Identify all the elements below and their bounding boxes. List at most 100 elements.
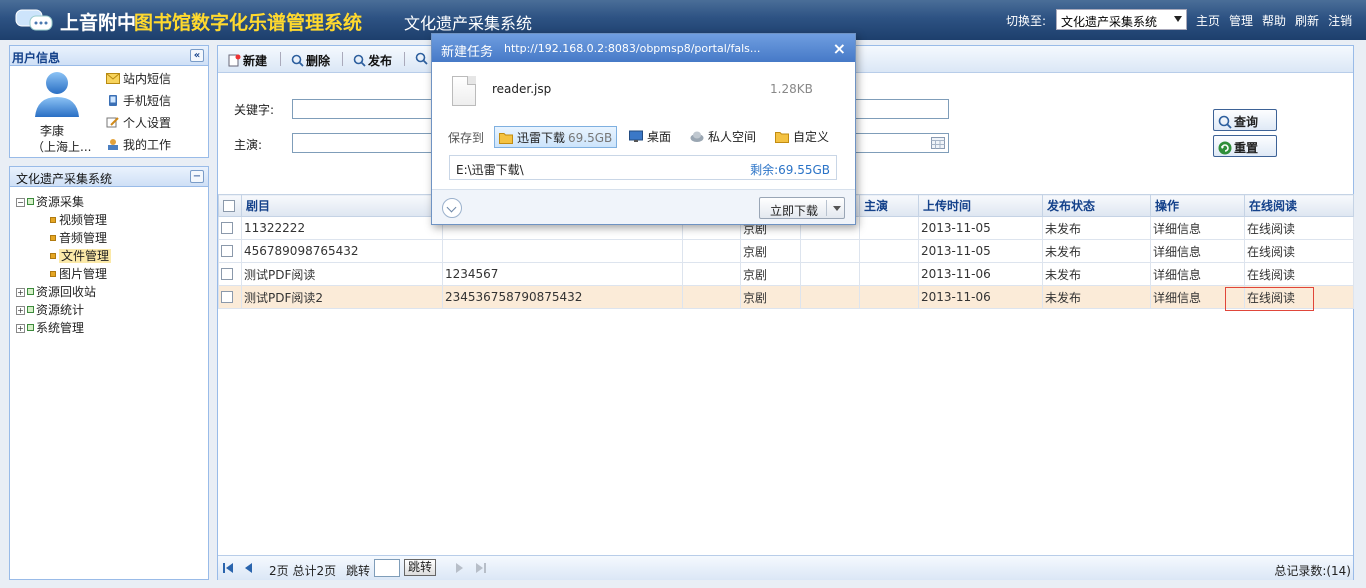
last-page-icon[interactable]	[476, 563, 483, 573]
collapse-tree-button[interactable]: −	[190, 170, 204, 183]
chevron-down-icon[interactable]	[833, 206, 841, 211]
collapse-left-button[interactable]: «	[190, 49, 204, 62]
calendar-icon[interactable]	[931, 137, 945, 149]
row-checkbox[interactable]	[221, 268, 233, 280]
new-button[interactable]: 新建	[228, 52, 267, 69]
col-header-title[interactable]: 剧目	[241, 194, 443, 217]
tree-node-system[interactable]: + 系统管理	[16, 319, 111, 337]
page-jump-input[interactable]	[374, 559, 400, 577]
publish-button[interactable]: 发布	[353, 52, 392, 69]
col-header-actor[interactable]: 主演	[859, 194, 919, 217]
mobile-phone-icon	[109, 95, 117, 106]
online-read-link[interactable]: 在线阅读	[1244, 262, 1354, 286]
user-avatar-icon	[35, 72, 79, 117]
minus-box-icon[interactable]: −	[16, 198, 25, 207]
manage-link[interactable]: 管理	[1229, 14, 1253, 28]
col-header-online-read[interactable]: 在线阅读	[1244, 194, 1354, 217]
search-icon	[291, 54, 304, 67]
dialog-header: 新建任务 http://192.168.0.2:8083/obpmsp8/por…	[432, 34, 855, 62]
leaf-node-icon	[50, 217, 56, 223]
row-checkbox[interactable]	[221, 291, 233, 303]
cell-opera: 京剧	[740, 239, 801, 263]
reset-button[interactable]: 重置	[1213, 135, 1277, 157]
tree-node-file[interactable]: 文件管理	[16, 247, 112, 265]
top-links: 主页 管理 帮助 刷新 注销	[1196, 12, 1361, 29]
row-checkbox[interactable]	[221, 222, 233, 234]
jump-button[interactable]: 跳转	[404, 559, 436, 576]
system-switch-select[interactable]: 文化遗产采集系统	[1056, 9, 1187, 30]
save-path-value: E:\迅雷下载\	[456, 163, 524, 177]
select-all-checkbox[interactable]	[223, 199, 235, 212]
help-link[interactable]: 帮助	[1262, 14, 1286, 28]
tree-node-audio[interactable]: 音频管理	[16, 229, 111, 247]
delete-button[interactable]: 删除	[291, 52, 330, 69]
cell-actor	[859, 239, 919, 263]
tree-node-resource-collect[interactable]: − 资源采集	[16, 193, 111, 211]
user-info-header: 用户信息 «	[10, 46, 208, 66]
more-search-button[interactable]	[415, 52, 430, 66]
query-button[interactable]: 查询	[1213, 109, 1277, 131]
prev-page-icon[interactable]	[245, 563, 252, 573]
online-read-link[interactable]: 在线阅读	[1244, 216, 1354, 240]
toolbar-separator	[280, 52, 281, 66]
row-checkbox[interactable]	[221, 245, 233, 257]
save-option-thunder[interactable]: 迅雷下载 69.5GB	[494, 126, 618, 148]
folder-node-icon	[27, 306, 34, 313]
cell-3	[682, 262, 741, 286]
expand-chevron-icon[interactable]	[442, 198, 462, 218]
table-row-selected[interactable]: 测试PDF阅读2 234536758790875432 京剧 2013-11-0…	[218, 285, 1354, 309]
tree-node-recycle[interactable]: + 资源回收站	[16, 283, 111, 301]
sms-link[interactable]: 手机短信	[106, 92, 171, 109]
user-org: （上海上...	[32, 140, 92, 154]
folder-icon	[775, 132, 789, 143]
next-page-icon[interactable]	[456, 563, 463, 573]
my-work-link[interactable]: 我的工作	[106, 136, 171, 153]
detail-link[interactable]: 详细信息	[1150, 262, 1245, 286]
save-path-field[interactable]: E:\迅雷下载\ 剩余:69.55GB	[449, 155, 837, 180]
page-info: 2页 总计2页	[269, 564, 337, 578]
folder-node-icon	[27, 198, 34, 205]
plus-box-icon[interactable]: +	[16, 324, 25, 333]
nav-tree-title: 文化遗产采集系统	[16, 172, 113, 186]
save-to-label: 保存到	[448, 131, 485, 145]
detail-link[interactable]: 详细信息	[1150, 239, 1245, 263]
online-read-link[interactable]: 在线阅读	[1244, 239, 1354, 263]
cell-opera: 京剧	[740, 285, 801, 309]
tree-node-video[interactable]: 视频管理	[16, 211, 111, 229]
col-header-operation[interactable]: 操作	[1150, 194, 1245, 217]
select-all-cell[interactable]	[218, 194, 242, 217]
cell-status: 未发布	[1042, 216, 1151, 240]
close-icon[interactable]: ×	[833, 39, 846, 58]
cell-upload-time: 2013-11-05	[918, 216, 1043, 240]
refresh-link[interactable]: 刷新	[1295, 14, 1319, 28]
nav-tree: − 资源采集 视频管理 音频管理 文件管理 图片管理 + 资源回收站 + 资源统计 +…	[16, 193, 112, 337]
table-row[interactable]: 456789098765432 京剧 2013-11-05 未发布 详细信息 在…	[218, 239, 1354, 263]
save-option-private-space[interactable]: 私人空间	[686, 126, 760, 148]
tree-node-stats[interactable]: + 资源统计	[16, 301, 111, 319]
save-option-custom[interactable]: 自定义	[771, 126, 833, 148]
cell-5	[800, 239, 860, 263]
cloud-drive-icon	[690, 131, 704, 142]
cell-opera: 京剧	[740, 262, 801, 286]
plus-box-icon[interactable]: +	[16, 306, 25, 315]
home-link[interactable]: 主页	[1196, 14, 1220, 28]
plus-box-icon[interactable]: +	[16, 288, 25, 297]
save-option-desktop[interactable]: 桌面	[625, 126, 675, 148]
cell-status: 未发布	[1042, 239, 1151, 263]
total-records: 总记录数:(14)	[1274, 564, 1351, 578]
detail-link[interactable]: 详细信息	[1150, 216, 1245, 240]
col-header-upload-time[interactable]: 上传时间	[918, 194, 1043, 217]
pencil-paper-icon	[106, 117, 119, 128]
tree-node-image[interactable]: 图片管理	[16, 265, 111, 283]
logout-link[interactable]: 注销	[1328, 14, 1352, 28]
col-header-publish-status[interactable]: 发布状态	[1042, 194, 1151, 217]
download-now-button[interactable]: 立即下载	[759, 197, 845, 219]
leaf-node-icon	[50, 271, 56, 277]
dialog-title: 新建任务	[441, 45, 494, 60]
first-page-icon[interactable]	[226, 563, 233, 573]
personal-settings-link[interactable]: 个人设置	[106, 114, 171, 131]
envelope-icon	[106, 73, 120, 84]
site-message-link[interactable]: 站内短信	[106, 70, 171, 87]
app-title-part2: 图书馆数字化乐谱管理系统	[134, 12, 363, 34]
table-row[interactable]: 测试PDF阅读 1234567 京剧 2013-11-06 未发布 详细信息 在…	[218, 262, 1354, 286]
